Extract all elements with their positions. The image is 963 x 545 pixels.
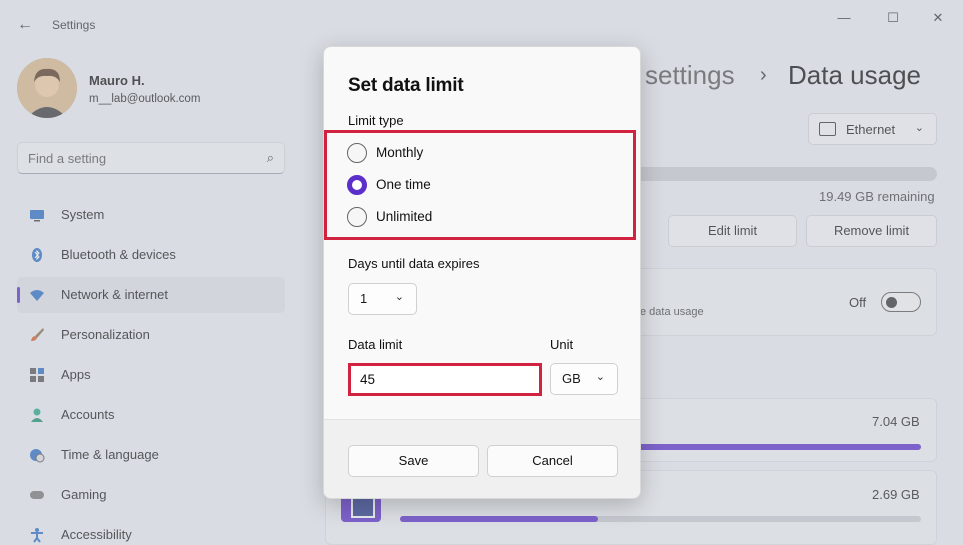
limit-type-label: Limit type xyxy=(348,113,404,128)
limit-type-highlight-box xyxy=(324,130,636,240)
set-data-limit-dialog: Set data limit Limit type Monthly One ti… xyxy=(323,46,641,499)
unit-label: Unit xyxy=(550,337,574,352)
chevron-down-icon: ⌄ xyxy=(595,371,605,383)
unit-dropdown[interactable]: GB ⌄ xyxy=(550,363,618,395)
days-expires-label: Days until data expires xyxy=(348,256,480,271)
dialog-footer: Save Cancel xyxy=(324,419,640,498)
days-value: 1 xyxy=(360,291,368,306)
settings-window: ← Settings — ☐ ✕ Mauro H. m__lab@outlook… xyxy=(0,0,963,545)
days-dropdown[interactable]: 1 ⌄ xyxy=(348,283,417,315)
data-limit-value: 45 xyxy=(360,372,376,387)
data-limit-input[interactable]: 45 xyxy=(348,363,542,396)
dialog-title: Set data limit xyxy=(348,75,464,96)
unit-value: GB xyxy=(562,371,581,386)
save-button[interactable]: Save xyxy=(348,445,479,477)
data-limit-label: Data limit xyxy=(348,337,403,352)
cancel-button[interactable]: Cancel xyxy=(487,445,618,477)
chevron-down-icon: ⌄ xyxy=(394,291,404,303)
